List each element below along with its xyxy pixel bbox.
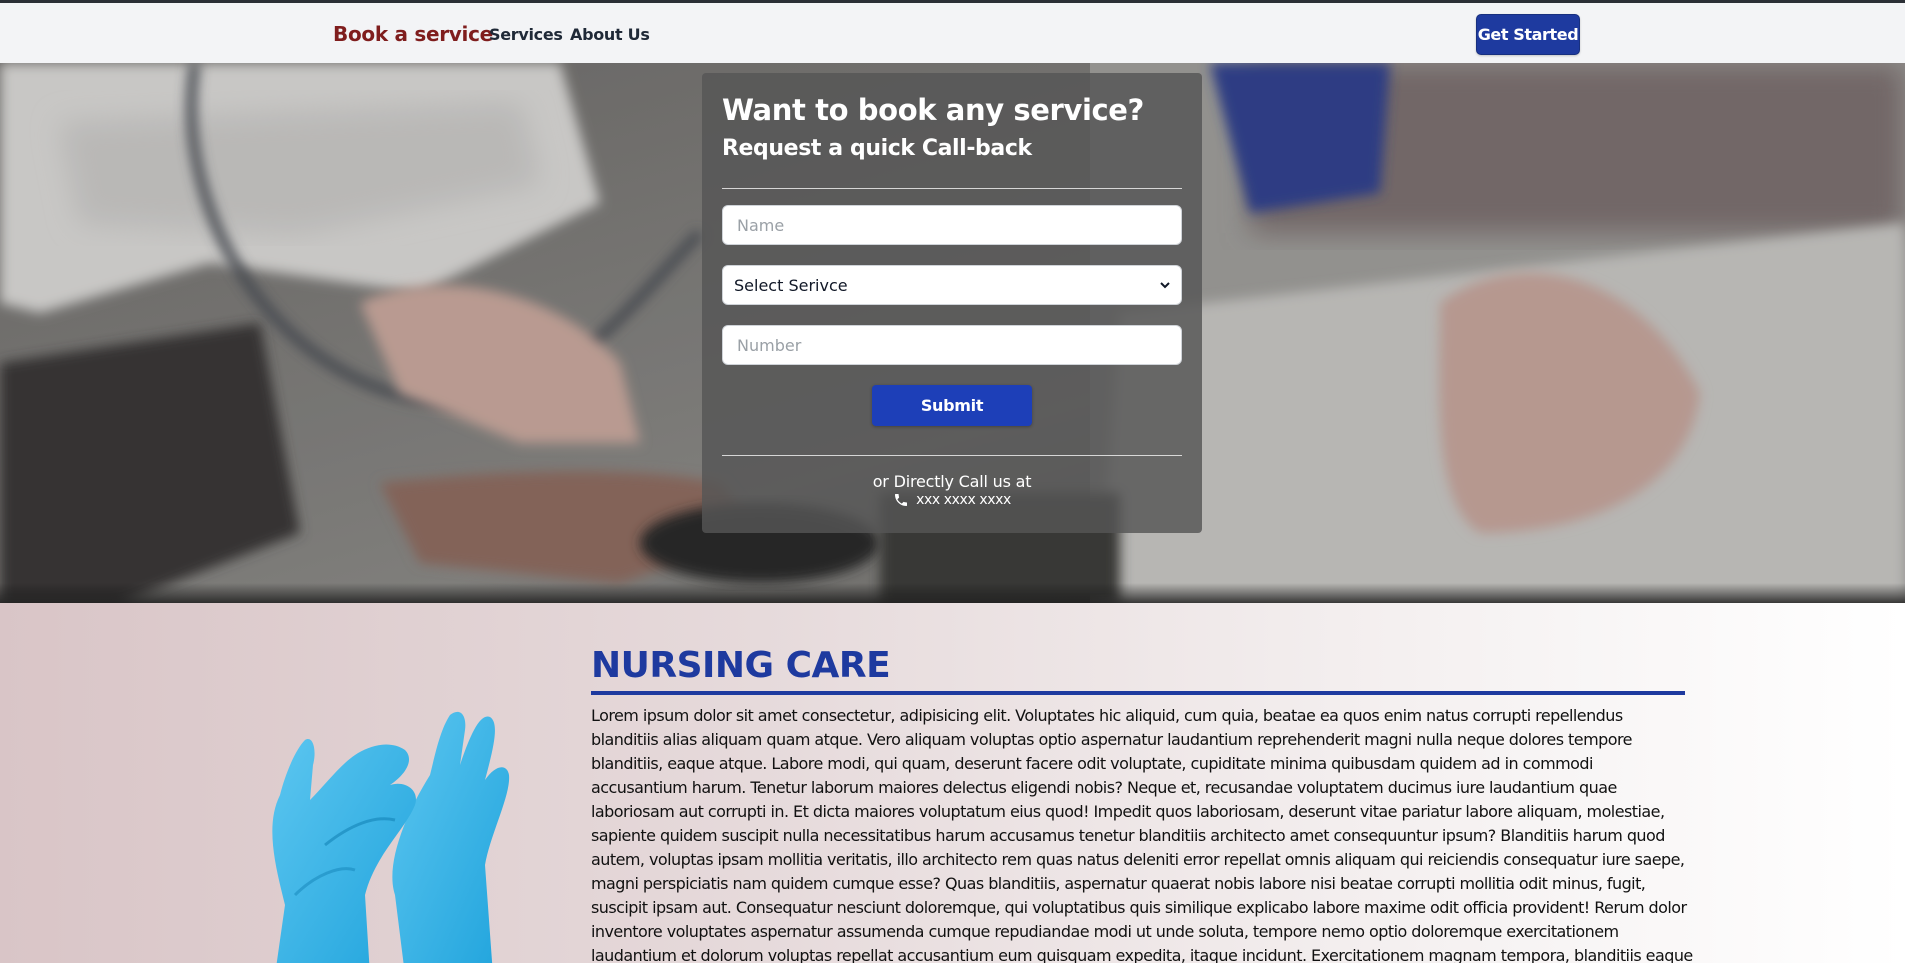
section-title: NURSING CARE [591, 645, 891, 686]
form-divider-bottom [722, 455, 1182, 456]
call-us-text: or Directly Call us at [872, 472, 1032, 491]
hero-section: Want to book any service? Request a quic… [0, 63, 1905, 603]
chevron-down-icon [1160, 282, 1170, 289]
section-body-text: Lorem ipsum dolor sit amet consectetur, … [591, 706, 1693, 963]
brand-logo-link[interactable]: Book a service [333, 22, 493, 46]
form-subtitle: Request a quick Call-back [722, 136, 1032, 161]
callback-form-panel: Want to book any service? Request a quic… [702, 73, 1202, 533]
submit-button[interactable]: Submit [872, 385, 1032, 426]
form-title: Want to book any service? [722, 93, 1144, 127]
service-select[interactable]: Select Serivce [722, 265, 1182, 305]
section-title-underline [591, 691, 1685, 695]
number-input[interactable]: Number [722, 325, 1182, 365]
nav-link-about-us[interactable]: About Us [570, 25, 650, 44]
phone-number[interactable]: xxx xxxx xxxx [916, 492, 1011, 508]
name-input[interactable]: Name [722, 205, 1182, 245]
form-divider-top [722, 188, 1182, 189]
navbar: Book a service Services About Us Get Sta… [0, 3, 1905, 64]
nursing-care-section: NURSING CARE Lorem ipsum dolor sit amet … [0, 603, 1905, 963]
get-started-button[interactable]: Get Started [1476, 14, 1580, 55]
hero-bottom-shadow [0, 583, 1905, 603]
gloved-hands-image [272, 711, 510, 963]
service-select-value: Select Serivce [734, 275, 848, 295]
phone-icon [895, 494, 908, 506]
nav-link-services[interactable]: Services [489, 25, 563, 44]
phone-row: xxx xxxx xxxx [702, 492, 1202, 508]
